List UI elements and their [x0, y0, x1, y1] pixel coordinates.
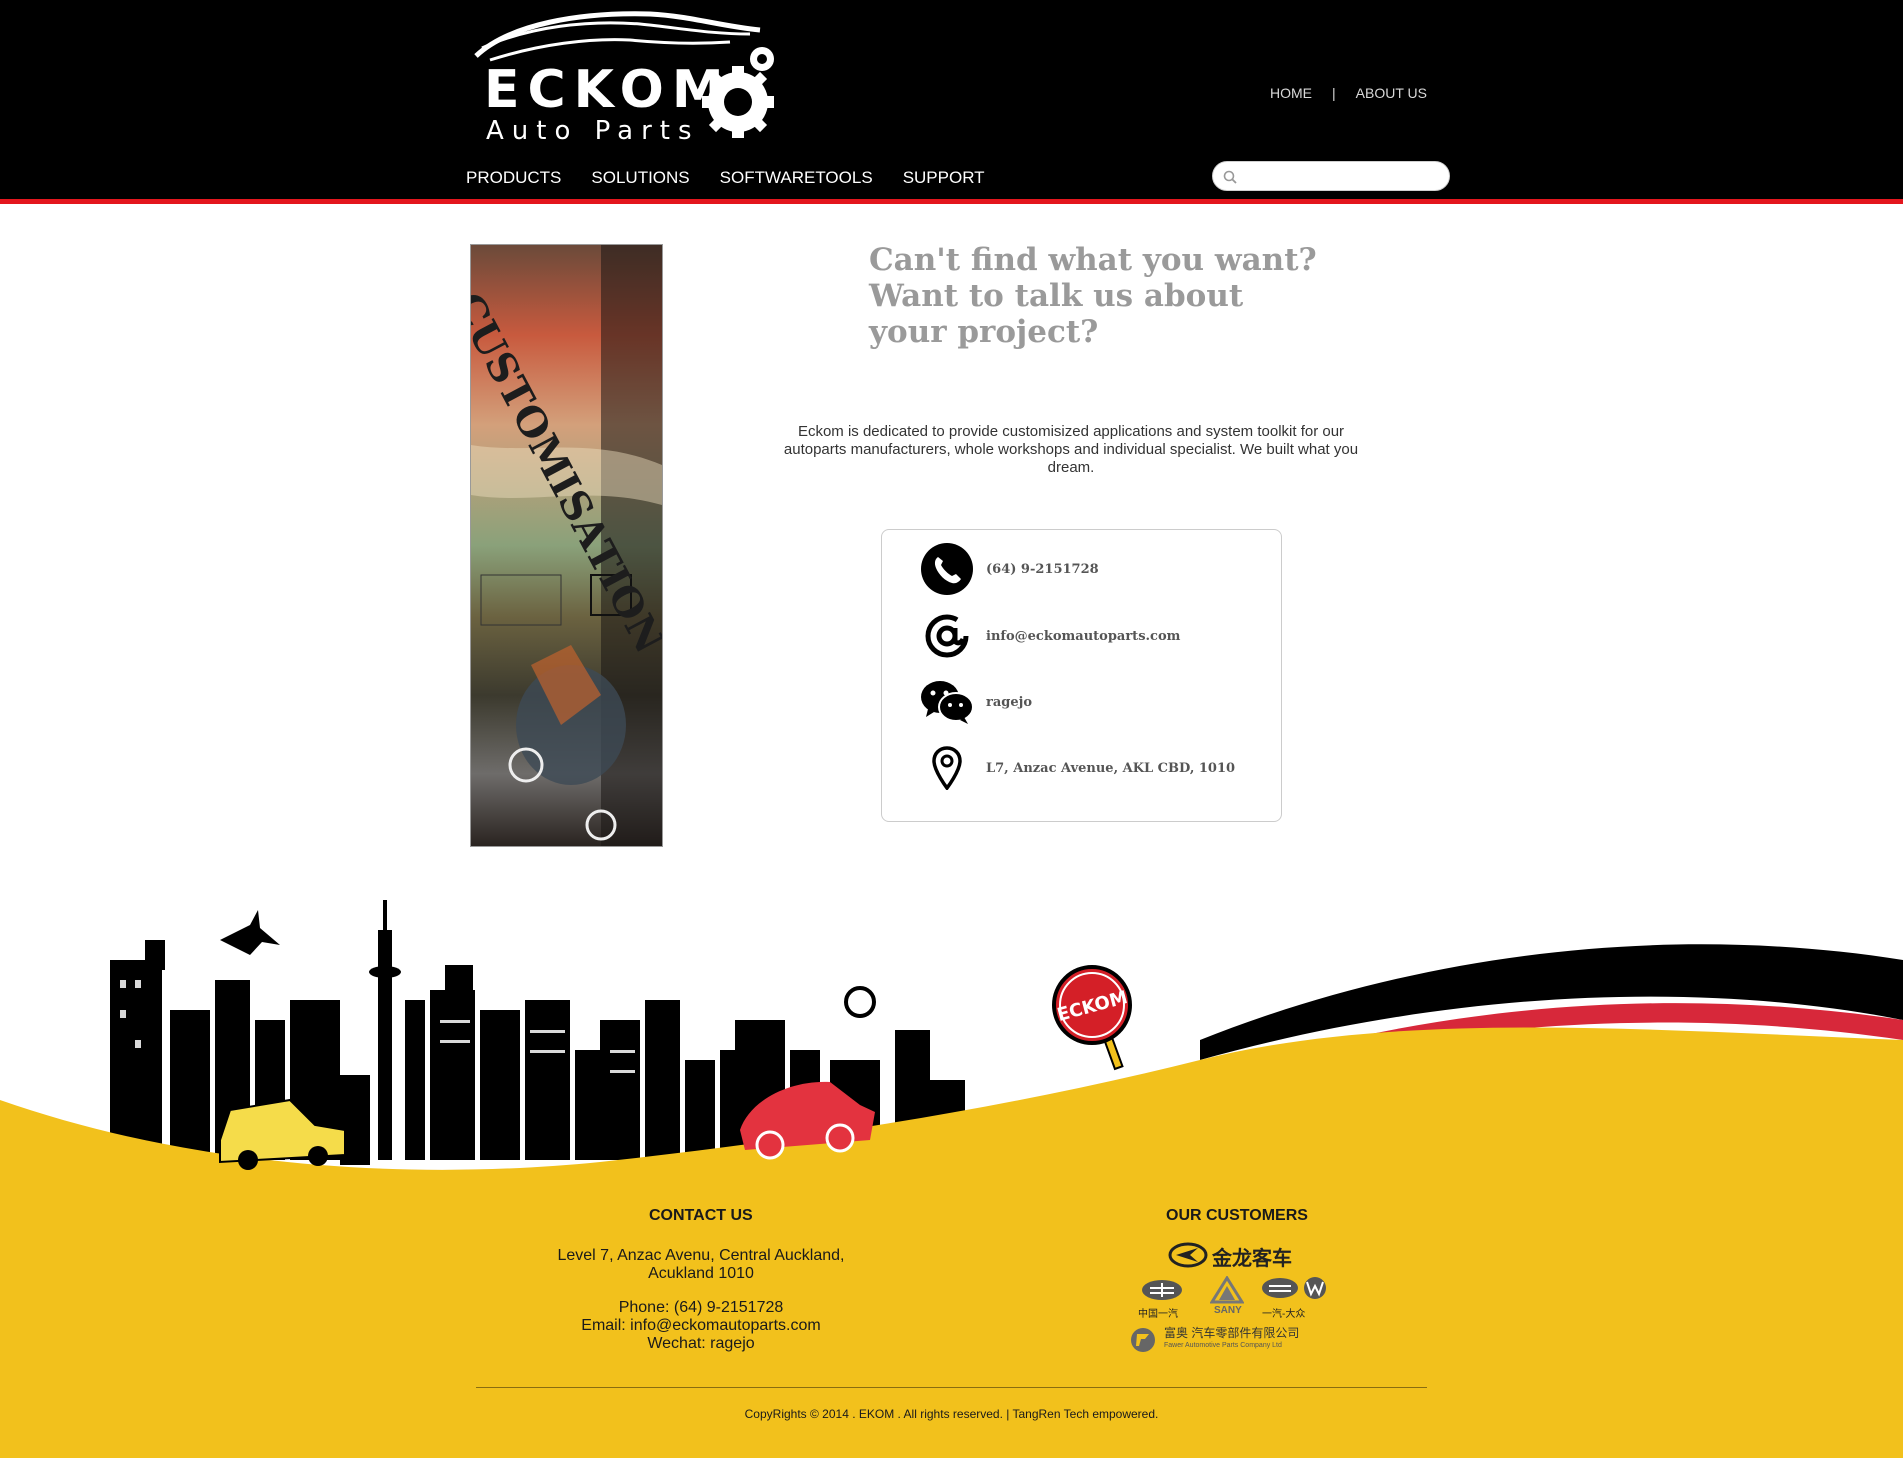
wechat-icon: [920, 675, 974, 729]
contact-email-text[interactable]: info@eckomautoparts.com: [986, 629, 1180, 644]
search-box[interactable]: [1212, 161, 1450, 191]
sany-logo-icon: [1210, 1276, 1244, 1304]
footer-address-line2: Acukland 1010: [648, 1265, 754, 1282]
footer-phone: Phone: (64) 9-2151728: [618, 1299, 784, 1316]
contact-email-row: info@eckomautoparts.com: [920, 609, 1180, 663]
footer-address-line1: Level 7, Anzac Avenu, Central Auckland,: [557, 1247, 845, 1264]
main-nav: PRODUCTS SOLUTIONS SOFTWARETOOLS SUPPORT: [466, 168, 985, 188]
faw-logo-icon: [1142, 1280, 1182, 1300]
footer-contact-block: Level 7, Anzac Avenu, Central Auckland, …: [540, 1247, 862, 1353]
header-accent-stripe: [0, 199, 1903, 204]
customer-fawer-en: Fawer Automotive Parts Company Ltd: [1164, 1342, 1282, 1349]
at-sign-icon: [920, 609, 974, 663]
city-skyline-illustration: ECKOM: [0, 900, 1903, 1180]
location-pin-icon: [920, 741, 974, 795]
customer-jinlong: 金龙客车: [1212, 1246, 1292, 1270]
nav-item-softwaretools[interactable]: SOFTWARETOOLS: [720, 168, 873, 188]
phone-icon: [920, 542, 974, 596]
logo-tagline: Auto Parts: [486, 116, 700, 146]
search-icon: [1223, 170, 1237, 184]
footer-divider: [476, 1387, 1427, 1388]
contact-card: (64) 9-2151728 info@eckomautoparts.com r…: [881, 529, 1282, 822]
customer-sany: SANY: [1214, 1305, 1242, 1316]
jinlong-logo-icon: [1168, 1242, 1208, 1268]
footer-contact-title: CONTACT US: [649, 1207, 753, 1224]
logo-wordmark: ECKOM: [484, 60, 732, 120]
top-links-separator: |: [1332, 85, 1336, 101]
nav-item-support[interactable]: SUPPORT: [903, 168, 985, 188]
footer-email[interactable]: Email: info@eckomautoparts.com: [540, 1317, 862, 1335]
customer-fawer-cn: 富奥 汽车零部件有限公司: [1164, 1326, 1300, 1340]
about-us-link[interactable]: ABOUT US: [1356, 85, 1427, 105]
customisation-banner: CUSTOMISATION: [470, 244, 663, 847]
nav-item-products[interactable]: PRODUCTS: [466, 168, 561, 188]
customer-faw: 中国一汽: [1138, 1309, 1178, 1320]
faw-vw-logo-icon: [1262, 1277, 1326, 1299]
top-links: HOME | ABOUT US: [1270, 85, 1427, 105]
copyright-text: CopyRights © 2014 . EKOM . All rights re…: [744, 1407, 1159, 1421]
intro-text: Eckom is dedicated to provide customisiz…: [783, 423, 1359, 476]
footer-customers-title: OUR CUSTOMERS: [1166, 1207, 1308, 1224]
footer-wechat: Wechat: ragejo: [647, 1335, 755, 1352]
contact-phone-row: (64) 9-2151728: [920, 542, 1099, 596]
nav-item-solutions[interactable]: SOLUTIONS: [591, 168, 689, 188]
contact-phone-text[interactable]: (64) 9-2151728: [986, 562, 1099, 577]
contact-wechat-row: ragejo: [920, 675, 1032, 729]
search-input[interactable]: [1243, 166, 1443, 188]
contact-address-row: L7, Anzac Avenue, AKL CBD, 1010: [920, 741, 1235, 795]
fawer-logo-icon: [1131, 1328, 1155, 1352]
contact-wechat-text: ragejo: [986, 694, 1033, 710]
customer-logos: 金龙客车 中国一汽 SANY 一汽-大众 富奥 汽车零部件有限公司 Fawer …: [1128, 1238, 1348, 1358]
customer-faw-vw: 一汽-大众: [1262, 1309, 1306, 1320]
home-link[interactable]: HOME: [1270, 85, 1312, 105]
page-headline: Can't find what you want? Want to talk u…: [869, 242, 1317, 350]
contact-address-text: L7, Anzac Avenue, AKL CBD, 1010: [986, 760, 1236, 776]
